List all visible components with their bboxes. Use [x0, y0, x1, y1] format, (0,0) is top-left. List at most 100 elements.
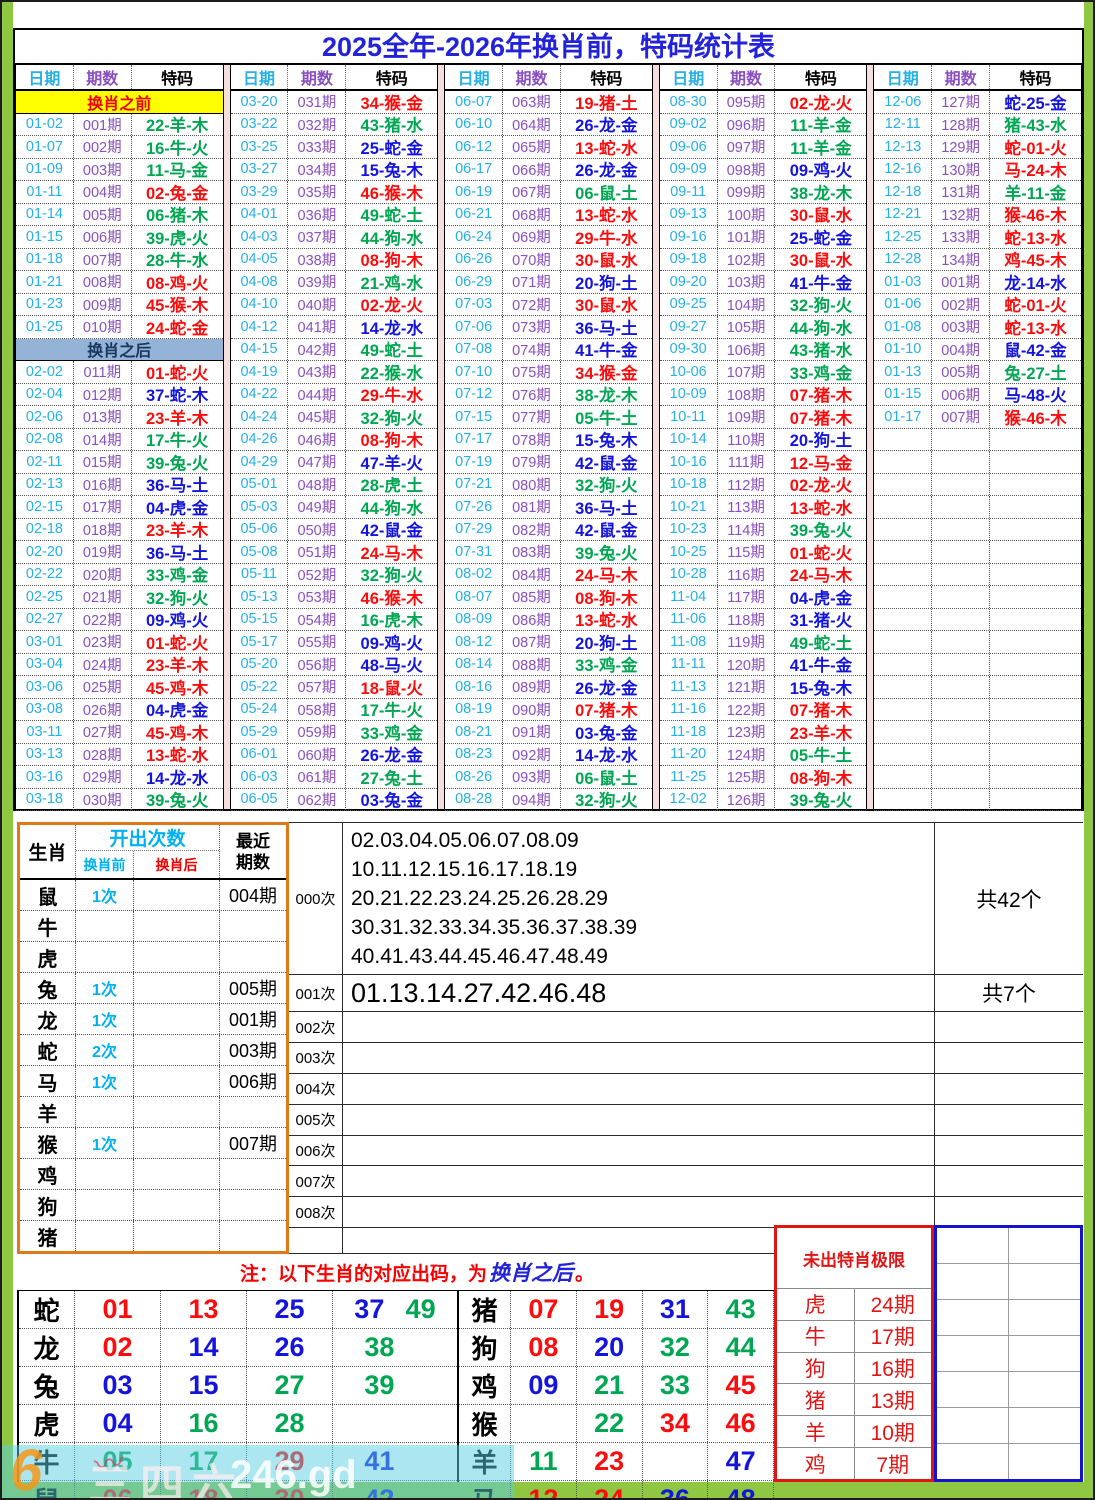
- period-cell: 128期: [932, 113, 991, 135]
- date-cell: [874, 608, 933, 630]
- number-cell: 15: [161, 1367, 247, 1404]
- period-cell: 115期: [718, 541, 776, 563]
- number-cell: 12: [511, 1481, 577, 1498]
- period-cell: 006期: [74, 226, 132, 248]
- special-code-cell: 23-羊-木: [145, 409, 209, 428]
- period-cell: 072期: [503, 293, 561, 315]
- special-code-cell: 08-狗-木: [789, 769, 853, 788]
- special-code-cell: 20-狗-土: [575, 274, 638, 293]
- special-code-cell: 49-蛇-土: [360, 342, 423, 360]
- special-code-cell: 13-蛇-水: [575, 612, 638, 630]
- special-code-cell: 13-蛇-水: [145, 747, 209, 765]
- table-row: 06-05 062期 03-兔-金: [230, 788, 438, 811]
- table-row: 09-25 104期 32-狗-火: [659, 293, 867, 316]
- period-cell: 132期: [932, 203, 991, 225]
- period-cell: 075期: [503, 361, 561, 383]
- table-row: 11-16 122期 07-猪-木: [659, 698, 867, 721]
- period-cell: 121期: [718, 676, 776, 698]
- count-after-value: [134, 1066, 220, 1096]
- period-cell: 090期: [503, 698, 561, 720]
- number-cell: 24: [577, 1481, 643, 1498]
- special-code-cell: 39-兔-火: [145, 792, 209, 810]
- period-cell: 020期: [74, 563, 132, 585]
- special-code-cell: 鼠-42-金: [1004, 342, 1067, 360]
- period-cell: [932, 721, 991, 743]
- period-cell: 023期: [74, 631, 132, 653]
- zodiac-name: 牛: [20, 911, 76, 941]
- table-row: 03-29 035期 46-猴-木: [230, 181, 438, 204]
- date-cell: 04-22: [231, 383, 289, 405]
- period-cell: 065期: [503, 136, 561, 158]
- date-cell: 02-18: [16, 518, 74, 540]
- table-row: 10-14 110期 20-狗-土: [659, 428, 867, 451]
- special-code-cell: 12-马-金: [789, 454, 853, 473]
- date-cell: 03-18: [16, 788, 74, 810]
- number-cell: 14: [161, 1329, 247, 1366]
- empty-cell: [1009, 1228, 1080, 1263]
- special-code-cell: 32-狗-火: [145, 589, 209, 608]
- zodiac-name: 虎: [777, 1289, 855, 1320]
- count-before-value: 1次: [76, 1128, 134, 1158]
- period-cell: 035期: [288, 181, 347, 203]
- period-cell: 102期: [718, 248, 776, 270]
- table-column-group-4: 日期 期数 特码 08-30 095期 02-龙-火 09-02 096期 11…: [658, 65, 868, 811]
- zodiac-name: 马: [20, 1066, 76, 1096]
- special-code-cell: 36-马-土: [145, 477, 209, 495]
- date-cell: 10-16: [660, 451, 718, 473]
- number-cell: 13: [161, 1291, 247, 1328]
- special-code-cell: 21-鸡-水: [360, 274, 423, 293]
- special-code-cell: 42-鼠-金: [360, 522, 423, 540]
- recent-period-value: 003期: [228, 1041, 278, 1061]
- special-code-cell: 41-牛-金: [789, 657, 853, 675]
- recent-period-value: 005期: [228, 979, 278, 999]
- date-cell: 12-06: [874, 91, 933, 113]
- empty-row: [937, 1299, 1080, 1335]
- recent-period-value: [220, 942, 286, 972]
- table-row: 02-11 015期 39-兔-火: [16, 451, 223, 474]
- date-cell: 02-20: [16, 541, 74, 563]
- table-row: 01-02 001期 22-羊-木: [16, 113, 223, 136]
- date-cell: 04-10: [231, 293, 289, 315]
- date-cell: [874, 473, 933, 495]
- map-row: 虎 04 16 28: [19, 1405, 457, 1443]
- special-code-cell: 07-猪-木: [789, 409, 853, 428]
- special-code-cell: 22-猴-水: [360, 364, 423, 383]
- table-row: 08-28 094期 32-狗-火: [445, 788, 652, 811]
- special-code-cell: 17-牛-火: [145, 432, 209, 450]
- date-cell: 08-14: [445, 653, 504, 675]
- date-cell: 02-15: [16, 496, 74, 518]
- zodiac-stats-row: 鼠 1次 004期: [20, 880, 286, 911]
- wide-number-cell: 38: [333, 1329, 457, 1366]
- count-before-value: [76, 911, 134, 941]
- special-code-cell: 42-鼠-金: [575, 454, 638, 473]
- date-cell: 07-21: [445, 473, 504, 495]
- table-row: 07-08 074期 41-牛-金: [445, 338, 652, 361]
- period-cell: 002期: [74, 136, 132, 158]
- table-row: 04-19 043期 22-猴-水: [230, 361, 438, 384]
- map-row: 鸡 09 21 33 45: [459, 1367, 774, 1405]
- date-cell: 02-27: [16, 608, 74, 630]
- special-code-cell: 23-羊-木: [145, 657, 209, 675]
- rows-column-1: 换肖之前 01-02 001期 22-羊-木 01-07 002期 16-牛-火…: [16, 91, 223, 811]
- date-cell: 10-28: [660, 563, 718, 585]
- special-code-cell: 13-蛇-水: [575, 207, 638, 225]
- empty-row: [937, 1263, 1080, 1299]
- table-row: 10-11 109期 07-猪-木: [659, 406, 867, 429]
- count-total: 共42个: [934, 823, 1083, 975]
- table-row: 12-21 132期 猴-46-木: [874, 203, 1081, 226]
- special-code-cell: 22-羊-木: [145, 117, 209, 135]
- special-code-cell: 43-猪-水: [360, 117, 423, 135]
- date-cell: 05-17: [231, 631, 289, 653]
- period-cell: 011期: [74, 361, 132, 383]
- date-cell: 01-17: [874, 406, 933, 428]
- watermark-brand: 三四六: [88, 1461, 244, 1500]
- empty-cell: [1009, 1300, 1080, 1335]
- table-row: 12-11 128期 猪-43-水: [874, 113, 1081, 136]
- special-code-cell: 37-蛇-木: [145, 387, 209, 405]
- period-cell: 025期: [74, 676, 132, 698]
- special-code-cell: 32-狗-火: [789, 297, 853, 315]
- table-row: 01-18 007期 28-牛-水: [16, 248, 223, 271]
- count-after-value: [134, 911, 220, 941]
- period-cell: [932, 586, 991, 608]
- table-row: 10-16 111期 12-马-金: [659, 451, 867, 474]
